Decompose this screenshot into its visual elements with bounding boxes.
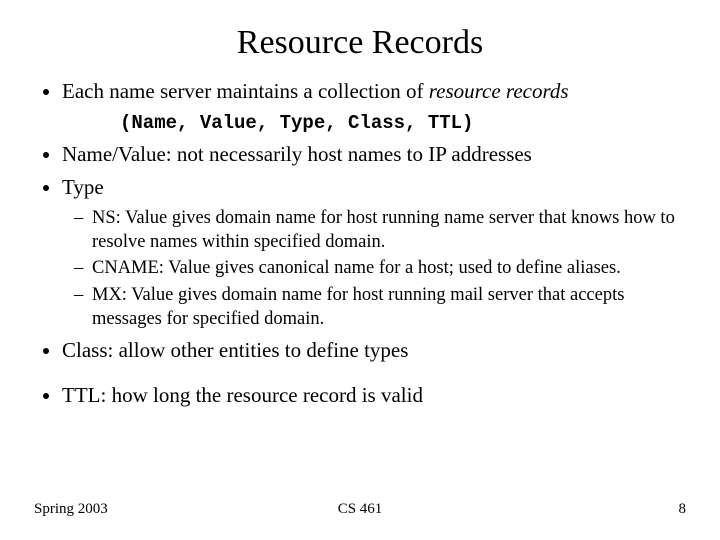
bullet-intro: Each name server maintains a collection …: [62, 78, 686, 105]
intro-text-italic: resource records: [429, 79, 569, 103]
slide-title: Resource Records: [0, 0, 720, 72]
slide-content: Each name server maintains a collection …: [0, 78, 720, 409]
slide: Resource Records Each name server mainta…: [0, 0, 720, 540]
bullet-class: Class: allow other entities to define ty…: [62, 337, 686, 364]
footer-right: 8: [679, 501, 687, 518]
bullet-list-level1c: Class: allow other entities to define ty…: [34, 337, 686, 364]
bullet-list-level2: NS: Value gives domain name for host run…: [34, 207, 686, 331]
bullet-list-level1: Each name server maintains a collection …: [34, 78, 686, 105]
bullet-list-level1d: TTL: how long the resource record is val…: [34, 382, 686, 409]
bullet-type-mx: MX: Value gives domain name for host run…: [74, 284, 686, 331]
tuple-line: (Name, Value, Type, Class, TTL): [120, 111, 686, 135]
bullet-ttl: TTL: how long the resource record is val…: [62, 382, 686, 409]
bullet-type: Type: [62, 174, 686, 201]
bullet-list-level1b: Name/Value: not necessarily host names t…: [34, 141, 686, 201]
footer-left: Spring 2003: [34, 501, 108, 518]
bullet-type-cname: CNAME: Value gives canonical name for a …: [74, 257, 686, 281]
spacer: [34, 370, 686, 376]
slide-footer: CS 461 Spring 2003 8: [0, 501, 720, 518]
bullet-type-ns: NS: Value gives domain name for host run…: [74, 207, 686, 254]
intro-text-prefix: Each name server maintains a collection …: [62, 79, 429, 103]
bullet-name-value: Name/Value: not necessarily host names t…: [62, 141, 686, 168]
footer-center: CS 461: [0, 501, 720, 518]
